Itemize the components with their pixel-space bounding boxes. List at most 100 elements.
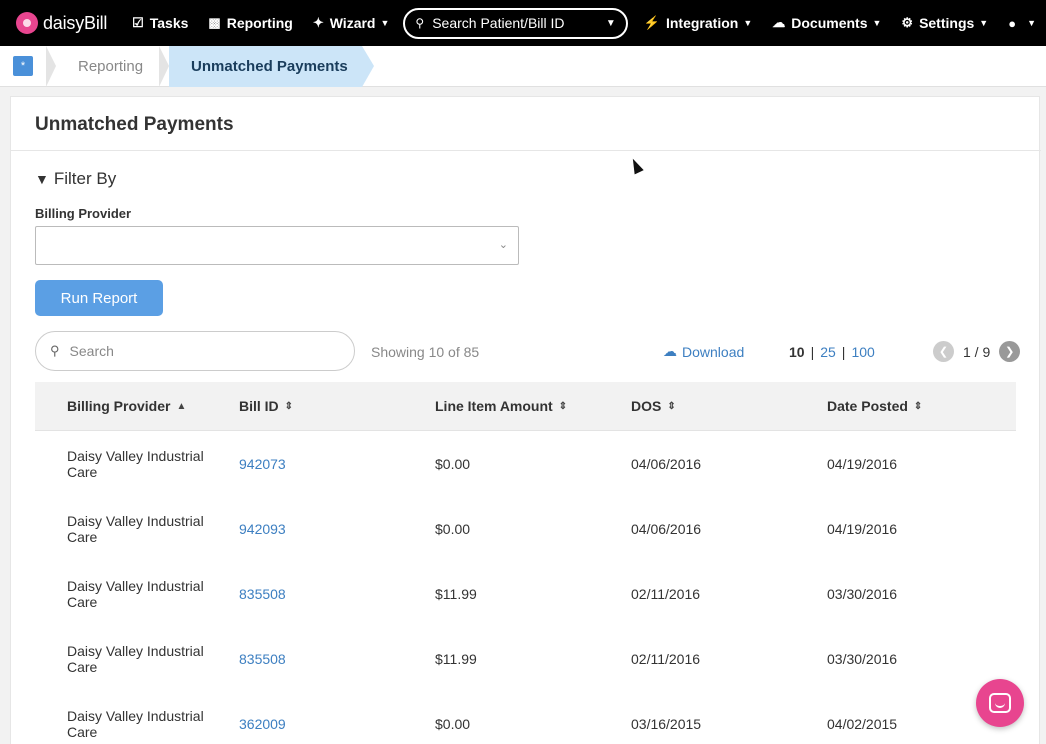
patient-bill-search-placeholder: Search Patient/Bill ID [432,15,565,31]
breadcrumb-reporting[interactable]: Reporting [56,46,159,87]
sort-icon: ⇕ [913,400,923,412]
billing-provider-select[interactable]: ⌄ [35,226,519,265]
page-size-25[interactable]: 25 [820,344,836,360]
page-title: Unmatched Payments [35,114,234,135]
table-row: Daisy Valley Industrial Care 835508 $11.… [35,561,1016,626]
chevron-down-icon: ▼ [1027,18,1036,28]
chevron-down-icon: ▼ [605,17,616,29]
nav-settings-label: Settings [919,15,975,31]
breadcrumb: * Reporting Unmatched Payments [0,45,1046,87]
table-row: Daisy Valley Industrial Care 362009 $0.0… [35,691,1016,744]
header-label: DOS [631,398,662,414]
breadcrumb-unmatched-payments: Unmatched Payments [169,45,374,87]
search-icon: ⚲ [415,16,425,30]
user-circle-icon: ● [1008,15,1017,31]
nav-tasks-label: Tasks [149,15,189,31]
nav-reporting-label: Reporting [226,15,293,31]
nav-documents[interactable]: ☁ Documents ▼ [762,0,891,46]
table-search[interactable]: ⚲ [35,331,355,371]
header-date-posted[interactable]: Date Posted ⇕ [827,398,1016,414]
cell-dos: 02/11/2016 [631,585,701,602]
cloud-upload-icon: ☁ [772,15,786,30]
sort-asc-icon: ▲ [176,400,187,412]
cell-dos: 04/06/2016 [631,455,702,472]
breadcrumb-separator [159,45,170,87]
chevron-down-icon: ⌄ [498,239,508,251]
divider [11,150,1041,151]
bill-id-link[interactable]: 942073 [239,456,435,472]
chat-bubble-icon [989,693,1011,713]
table-search-input[interactable] [69,343,310,359]
table-row: Daisy Valley Industrial Care 835508 $11.… [35,626,1016,691]
download-label: Download [682,343,745,360]
nav-settings[interactable]: ⚙ Settings ▼ [891,0,998,46]
top-nav: daisyBill ☑ Tasks ▩ Reporting ✦ Wizard ▼… [0,0,1046,46]
separator: | [810,344,815,360]
nav-tasks[interactable]: ☑ Tasks [122,0,198,46]
header-dos[interactable]: DOS ⇕ [631,398,827,414]
header-billing-provider[interactable]: Billing Provider ▲ [35,398,239,414]
cell-date-posted: 03/30/2016 [827,585,898,602]
daisybill-logo[interactable]: daisyBill [16,12,122,34]
magic-wand-icon: ✦ [312,15,324,30]
lightning-bolt-icon: ⚡ [643,15,660,30]
pagination: ❮ 1 / 9 ❯ [933,341,1021,362]
bill-id-link[interactable]: 835508 [239,586,435,602]
cell-date-posted: 03/30/2016 [827,650,898,667]
header-bill-id[interactable]: Bill ID ⇕ [239,398,435,414]
nav-user-menu[interactable]: ● ▼ [998,0,1046,46]
header-label: Bill ID [239,398,279,414]
results-count: Showing 10 of 85 [371,344,480,360]
nav-wizard-label: Wizard [329,15,376,31]
filter-heading-label: Filter By [53,169,117,188]
page-size-100[interactable]: 100 [851,344,874,360]
chevron-down-icon: ▼ [380,18,390,28]
breadcrumb-separator [46,45,56,87]
page-size-selector: 10 | 25 | 100 [789,344,875,360]
filter-icon: ▼ [35,171,49,187]
cell-billing-provider: Daisy Valley Industrial Care [67,642,204,675]
chevron-down-icon: ▼ [872,18,882,28]
nav-reporting[interactable]: ▩ Reporting [198,0,302,46]
chat-support-button[interactable] [976,679,1024,727]
cell-amount: $0.00 [435,715,471,732]
cell-date-posted: 04/19/2016 [827,520,898,537]
header-line-item-amount[interactable]: Line Item Amount ⇕ [435,398,631,414]
home-icon: * [13,56,33,76]
nav-integration-label: Integration [665,15,739,31]
bill-id-link[interactable]: 362009 [239,716,435,732]
bill-id-link[interactable]: 835508 [239,651,435,667]
download-button[interactable]: ☁ Download [663,343,744,360]
clipboard-check-icon: ☑ [132,15,144,30]
patient-bill-search[interactable]: ⚲ Search Patient/Bill ID ▼ [403,7,628,39]
nav-wizard[interactable]: ✦ Wizard ▼ [303,0,400,46]
cell-dos: 02/11/2016 [631,650,701,667]
chevron-down-icon: ▼ [743,18,753,28]
run-report-button[interactable]: Run Report [35,280,163,316]
page-size-10[interactable]: 10 [789,344,805,360]
next-page-icon[interactable]: ❯ [999,341,1021,362]
billing-provider-label: Billing Provider [35,206,132,221]
header-label: Billing Provider [67,398,171,414]
chevron-down-icon: ▼ [979,18,989,28]
bill-id-link[interactable]: 942093 [239,521,435,537]
cell-amount: $0.00 [435,455,471,472]
bar-chart-icon: ▩ [208,15,221,30]
table-header: Billing Provider ▲ Bill ID ⇕ Line Item Amo… [35,382,1016,431]
payments-table: Billing Provider ▲ Bill ID ⇕ Line Item Amo… [35,382,1016,744]
search-icon: ⚲ [50,343,60,358]
cell-amount: $0.00 [435,520,471,537]
header-label: Date Posted [827,398,908,414]
cell-billing-provider: Daisy Valley Industrial Care [67,707,204,740]
header-label: Line Item Amount [435,398,553,414]
prev-page-icon[interactable]: ❮ [933,341,954,362]
separator: | [841,344,846,360]
nav-documents-label: Documents [791,15,868,31]
cloud-download-icon: ☁ [663,343,677,359]
nav-integration[interactable]: ⚡ Integration ▼ [634,0,762,46]
cell-billing-provider: Daisy Valley Industrial Care [67,512,204,545]
filter-heading: ▼ Filter By [35,169,116,189]
breadcrumb-home[interactable]: * [0,46,46,87]
cell-date-posted: 04/19/2016 [827,455,898,472]
sort-icon: ⇕ [558,400,568,412]
